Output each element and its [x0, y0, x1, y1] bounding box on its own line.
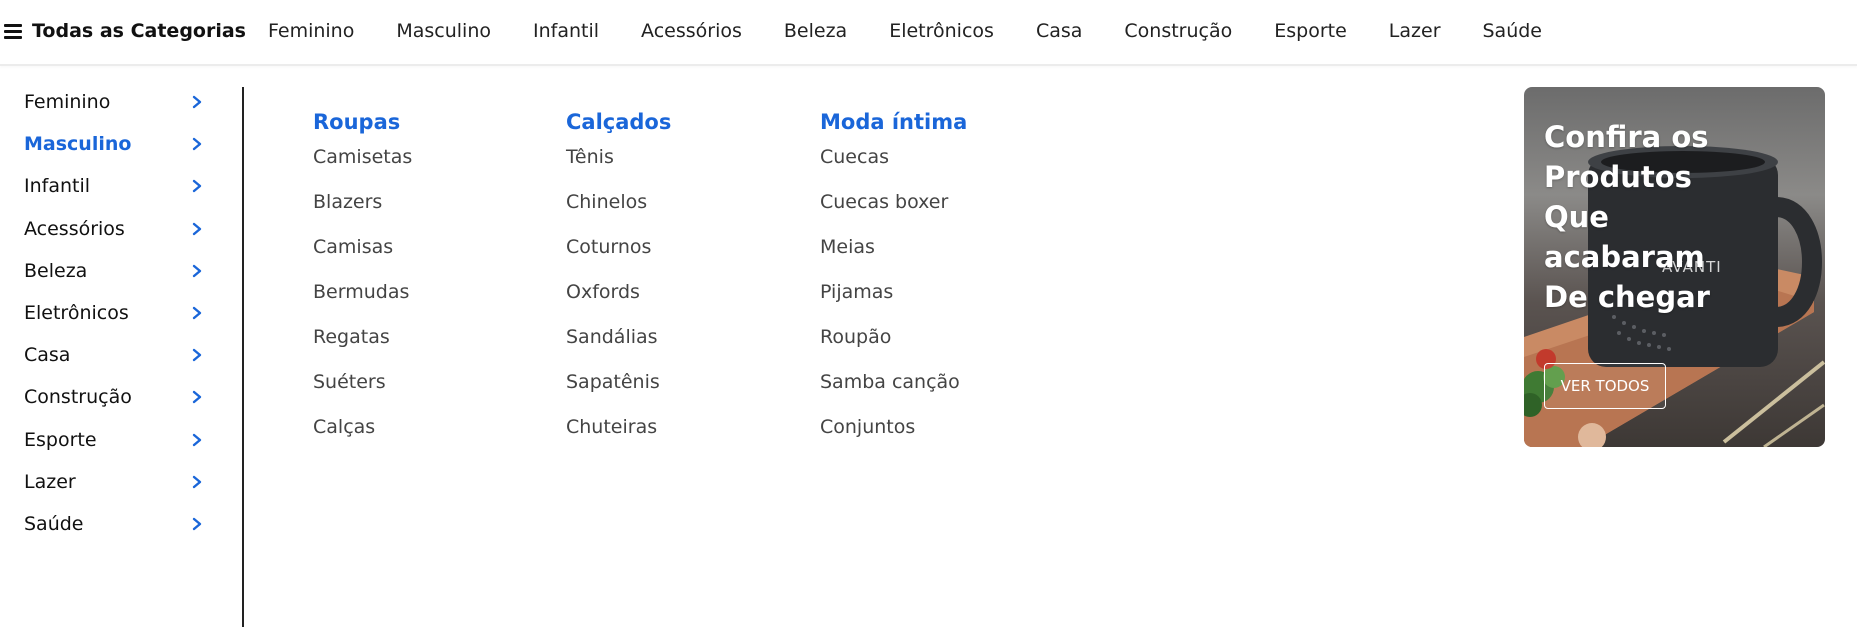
sidebar-item-label: Construção	[24, 386, 132, 409]
subcategory-link[interactable]: Coturnos	[566, 236, 671, 281]
sidebar-item-label: Lazer	[24, 470, 76, 493]
menu-column-1: Roupas Camisetas Blazers Camisas Bermudas Reg…	[313, 110, 412, 461]
subcategory-link[interactable]: Camisas	[313, 236, 412, 281]
subcategory-link[interactable]: Cuecas boxer	[820, 191, 967, 236]
chevron-right-icon	[190, 264, 204, 278]
sidebar-item-label: Feminino	[24, 91, 111, 113]
top-nav-item-6[interactable]: Eletrônicos	[889, 20, 994, 42]
top-category-bar: Todas as Categorias Feminino Masculino Inf…	[0, 0, 1857, 66]
chevron-right-icon	[190, 179, 204, 193]
chevron-right-icon	[190, 390, 204, 404]
hamburger-menu-icon	[4, 24, 22, 39]
subcategory-link[interactable]: Meias	[820, 236, 967, 281]
sidebar-item-10[interactable]: Lazer	[24, 467, 204, 497]
subcategory-link[interactable]: Regatas	[313, 326, 412, 371]
top-nav-item-2[interactable]: Masculino	[396, 20, 491, 42]
column-title[interactable]: Moda íntima	[820, 110, 967, 134]
menu-column-2: Calçados Tênis Chinelos Coturnos Oxfords Sand…	[566, 110, 671, 461]
top-nav-item-8[interactable]: Construção	[1124, 20, 1232, 42]
chevron-right-icon	[190, 517, 204, 531]
sidebar-item-3[interactable]: Infantil	[24, 171, 204, 201]
subcategory-link[interactable]: Samba canção	[820, 371, 967, 416]
sidebar-item-label: Beleza	[24, 259, 88, 282]
all-categories-label: Todas as Categorias	[32, 20, 246, 42]
subcategory-link[interactable]: Camisetas	[313, 146, 412, 191]
subcategory-link[interactable]: Roupão	[820, 326, 967, 371]
chevron-right-icon	[190, 306, 204, 320]
subcategory-link[interactable]: Conjuntos	[820, 416, 967, 461]
subcategory-link[interactable]: Blazers	[313, 191, 412, 236]
subcategory-link[interactable]: Sapatênis	[566, 371, 671, 416]
sidebar-item-4[interactable]: Acessórios	[24, 214, 204, 244]
top-nav-item-7[interactable]: Casa	[1036, 20, 1082, 42]
top-nav-item-11[interactable]: Saúde	[1483, 20, 1543, 42]
promo-banner[interactable]: AVANTI Confira os Produtos Que acabaram …	[1524, 87, 1825, 447]
sidebar-item-6[interactable]: Eletrônicos	[24, 298, 204, 328]
top-nav-item-4[interactable]: Acessórios	[641, 20, 742, 42]
chevron-right-icon	[190, 348, 204, 362]
see-all-button[interactable]: VER TODOS	[1544, 363, 1666, 409]
sidebar-item-label: Acessórios	[24, 217, 125, 240]
sidebar-item-label: Masculino	[24, 133, 132, 156]
subcategory-link[interactable]: Cuecas	[820, 146, 967, 191]
top-nav-item-9[interactable]: Esporte	[1274, 20, 1347, 42]
subcategory-link[interactable]: Chinelos	[566, 191, 671, 236]
top-nav-item-1[interactable]: Feminino	[268, 20, 354, 42]
top-nav-item-3[interactable]: Infantil	[533, 20, 599, 42]
sidebar-item-label: Casa	[24, 344, 71, 367]
sidebar-item-2[interactable]: Masculino	[24, 129, 204, 159]
sidebar-item-label: Saúde	[24, 513, 84, 535]
menu-column-3: Moda íntima Cuecas Cuecas boxer Meias Pijama…	[820, 110, 967, 461]
top-nav-item-5[interactable]: Beleza	[784, 20, 847, 42]
subcategory-link[interactable]: Calças	[313, 416, 412, 461]
subcategory-link[interactable]: Bermudas	[313, 281, 412, 326]
chevron-right-icon	[190, 95, 204, 109]
subcategory-link[interactable]: Pijamas	[820, 281, 967, 326]
sidebar-item-7[interactable]: Casa	[24, 340, 204, 370]
chevron-right-icon	[190, 475, 204, 489]
column-title[interactable]: Roupas	[313, 110, 412, 134]
sidebar-item-1[interactable]: Feminino	[24, 87, 204, 117]
sidebar-item-5[interactable]: Beleza	[24, 256, 204, 286]
chevron-right-icon	[190, 222, 204, 236]
subcategory-link[interactable]: Tênis	[566, 146, 671, 191]
category-sidebar: Feminino Masculino Infantil Acessórios Belez…	[0, 87, 244, 627]
banner-title: Confira os Produtos Que acabaram De cheg…	[1544, 120, 1710, 314]
sidebar-item-9[interactable]: Esporte	[24, 425, 204, 455]
all-categories-button[interactable]: Todas as Categorias	[4, 20, 246, 42]
subcategory-link[interactable]: Sandálias	[566, 326, 671, 371]
sidebar-item-label: Infantil	[24, 175, 91, 198]
chevron-right-icon	[190, 433, 204, 447]
sidebar-item-11[interactable]: Saúde	[24, 509, 204, 539]
chevron-right-icon	[190, 137, 204, 151]
subcategory-link[interactable]: Oxfords	[566, 281, 671, 326]
sidebar-item-label: Esporte	[24, 428, 97, 451]
subcategory-link[interactable]: Chuteiras	[566, 416, 671, 461]
subcategory-link[interactable]: Suéters	[313, 371, 412, 416]
column-title[interactable]: Calçados	[566, 110, 671, 134]
sidebar-item-8[interactable]: Construção	[24, 382, 204, 412]
top-nav-item-10[interactable]: Lazer	[1389, 20, 1441, 42]
sidebar-item-label: Eletrônicos	[24, 302, 129, 324]
top-nav: Feminino Masculino Infantil Acessórios Belez…	[268, 20, 1584, 42]
